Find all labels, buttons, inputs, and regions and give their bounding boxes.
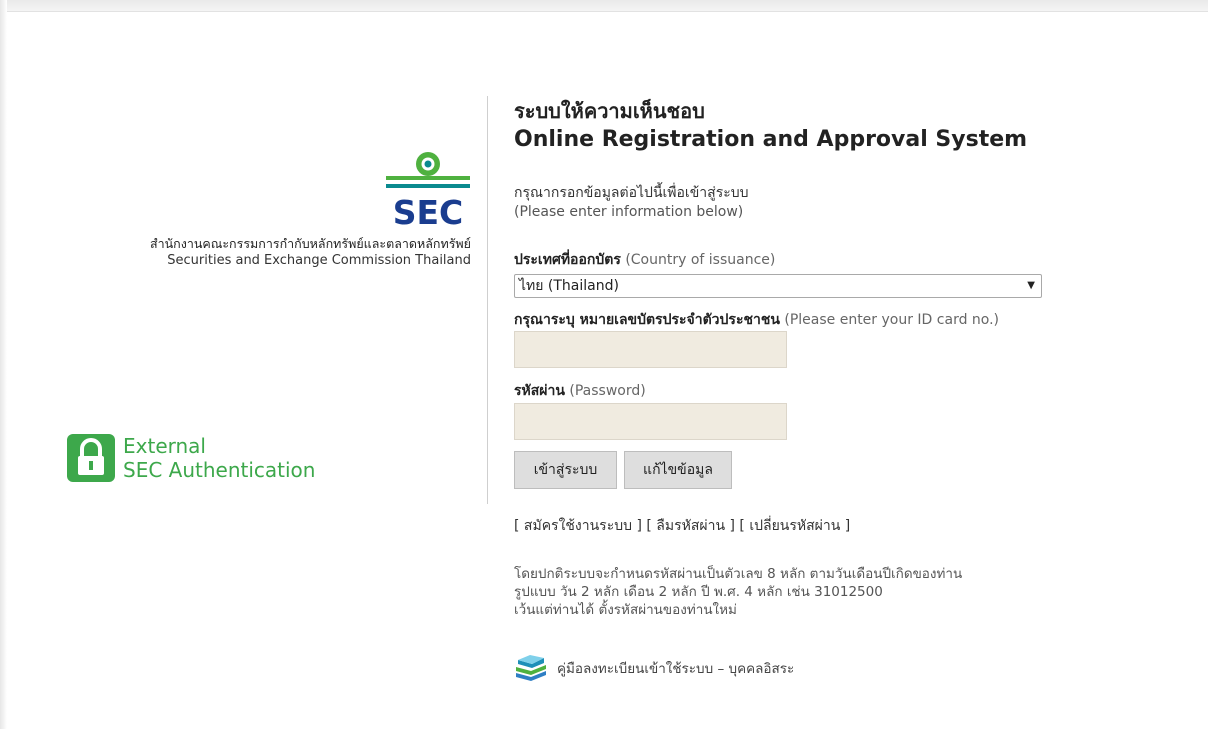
window-left-edge xyxy=(0,0,7,729)
password-label-en: (Password) xyxy=(569,383,646,399)
external-auth-line1: External xyxy=(123,434,206,458)
login-button[interactable]: เข้าสู่ระบบ xyxy=(514,451,617,489)
password-note-line2: รูปแบบ วัน 2 หลัก เดือน 2 หลัก ปี พ.ศ. 4… xyxy=(514,584,883,600)
register-link[interactable]: สมัครใช้งานระบบ xyxy=(524,518,632,534)
country-label: ประเทศที่ออกบัตร (Country of issuance) xyxy=(514,250,775,270)
page-title-en: Online Registration and Approval System xyxy=(514,127,1028,152)
password-note-line3: เว้นแต่ท่านได้ ตั้งรหัสผ่านของท่านใหม่ xyxy=(514,602,737,618)
country-label-en: (Country of issuance) xyxy=(625,252,776,268)
forgot-password-link[interactable]: ลืมรหัสผ่าน xyxy=(656,518,725,534)
sec-logo-text: SEC xyxy=(393,193,464,228)
user-manual-link[interactable]: คู่มือลงทะเบียนเข้าใช้ระบบ – บุคคลอิสระ xyxy=(557,657,794,679)
instructions-th: กรุณากรอกข้อมูลต่อไปนี้เพื่อเข้าสู่ระบบ xyxy=(514,185,749,201)
browser-top-bar xyxy=(0,0,1208,12)
edit-info-button[interactable]: แก้ไขข้อมูล xyxy=(624,451,732,489)
external-auth-line2: SEC Authentication xyxy=(123,458,316,482)
country-select-value: ไทย (Thailand) xyxy=(519,278,619,294)
id-card-label-en: (Please enter your ID card no.) xyxy=(784,312,1000,328)
column-divider xyxy=(487,96,488,504)
change-password-link[interactable]: เปลี่ยนรหัสผ่าน xyxy=(749,518,840,534)
padlock-icon xyxy=(67,434,115,482)
instructions-en: (Please enter information below) xyxy=(514,204,744,220)
country-label-th: ประเทศที่ออกบัตร xyxy=(514,252,621,268)
password-note-line1: โดยปกติระบบจะกำหนดรหัสผ่านเป็นตัวเลข 8 ห… xyxy=(514,566,963,582)
country-select[interactable]: ไทย (Thailand) ▼ xyxy=(514,274,1042,298)
id-card-input[interactable] xyxy=(514,331,787,368)
agency-name-th: สำนักงานคณะกรรมการกำกับหลักทรัพย์และตลาด… xyxy=(149,236,471,251)
password-label-th: รหัสผ่าน xyxy=(514,383,565,399)
account-links: [ สมัครใช้งานระบบ ] [ ลืมรหัสผ่าน ] [ เป… xyxy=(514,518,851,534)
page-title: ระบบให้ความเห็นชอบ Online Registration a… xyxy=(514,98,1027,155)
agency-name-en: Securities and Exchange Commission Thail… xyxy=(167,253,471,268)
page-title-th: ระบบให้ความเห็นชอบ xyxy=(514,99,705,123)
agency-name: สำนักงานคณะกรรมการกำกับหลักทรัพย์และตลาด… xyxy=(150,236,471,270)
dropdown-arrow-icon: ▼ xyxy=(1027,280,1035,291)
password-input[interactable] xyxy=(514,403,787,440)
instructions: กรุณากรอกข้อมูลต่อไปนี้เพื่อเข้าสู่ระบบ … xyxy=(514,184,749,222)
password-note: โดยปกติระบบจะกำหนดรหัสผ่านเป็นตัวเลข 8 ห… xyxy=(514,565,962,619)
password-label: รหัสผ่าน (Password) xyxy=(514,381,646,401)
books-icon xyxy=(516,655,546,681)
sec-logo: SEC xyxy=(386,152,470,228)
id-card-label: กรุณาระบุ หมายเลขบัตรประจำตัวประชาชน (Pl… xyxy=(514,310,999,330)
id-card-label-th: กรุณาระบุ หมายเลขบัตรประจำตัวประชาชน xyxy=(514,312,780,328)
